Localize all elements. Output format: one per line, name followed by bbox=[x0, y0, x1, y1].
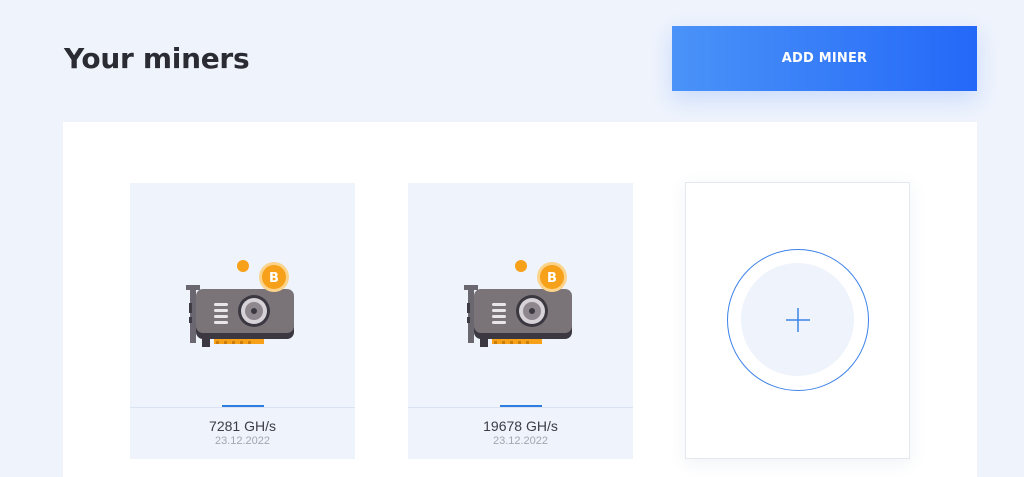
add-miner-button[interactable]: ADD MINER bbox=[672, 26, 977, 91]
add-ring bbox=[727, 249, 869, 391]
miner-hashrate: 19678 GH/s bbox=[483, 418, 558, 434]
card-progress-bar bbox=[221, 405, 264, 407]
plus-icon bbox=[785, 307, 810, 332]
miners-page: Your miners ADD MINER B 7281 GH/s 23.12.… bbox=[0, 0, 1024, 477]
miner-hashrate: 7281 GH/s bbox=[209, 418, 276, 434]
page-title: Your miners bbox=[64, 42, 250, 75]
card-divider bbox=[408, 407, 633, 408]
svg-text:B: B bbox=[547, 271, 557, 286]
svg-text:B: B bbox=[269, 271, 279, 286]
miners-panel: B 7281 GH/s 23.12.2022 B 19678 GH/s 23.1… bbox=[63, 122, 977, 477]
miner-date: 23.12.2022 bbox=[492, 435, 549, 447]
card-progress-bar bbox=[499, 405, 542, 407]
card-divider bbox=[130, 407, 355, 408]
miner-card[interactable]: B 7281 GH/s 23.12.2022 bbox=[130, 183, 355, 459]
add-inner-circle bbox=[741, 263, 854, 376]
gpu-miner-icon: B bbox=[463, 260, 572, 347]
gpu-miner-icon: B bbox=[185, 260, 294, 347]
miner-card[interactable]: B 19678 GH/s 23.12.2022 bbox=[408, 183, 633, 459]
add-miner-card[interactable] bbox=[685, 182, 910, 459]
miner-date: 23.12.2022 bbox=[214, 435, 271, 447]
